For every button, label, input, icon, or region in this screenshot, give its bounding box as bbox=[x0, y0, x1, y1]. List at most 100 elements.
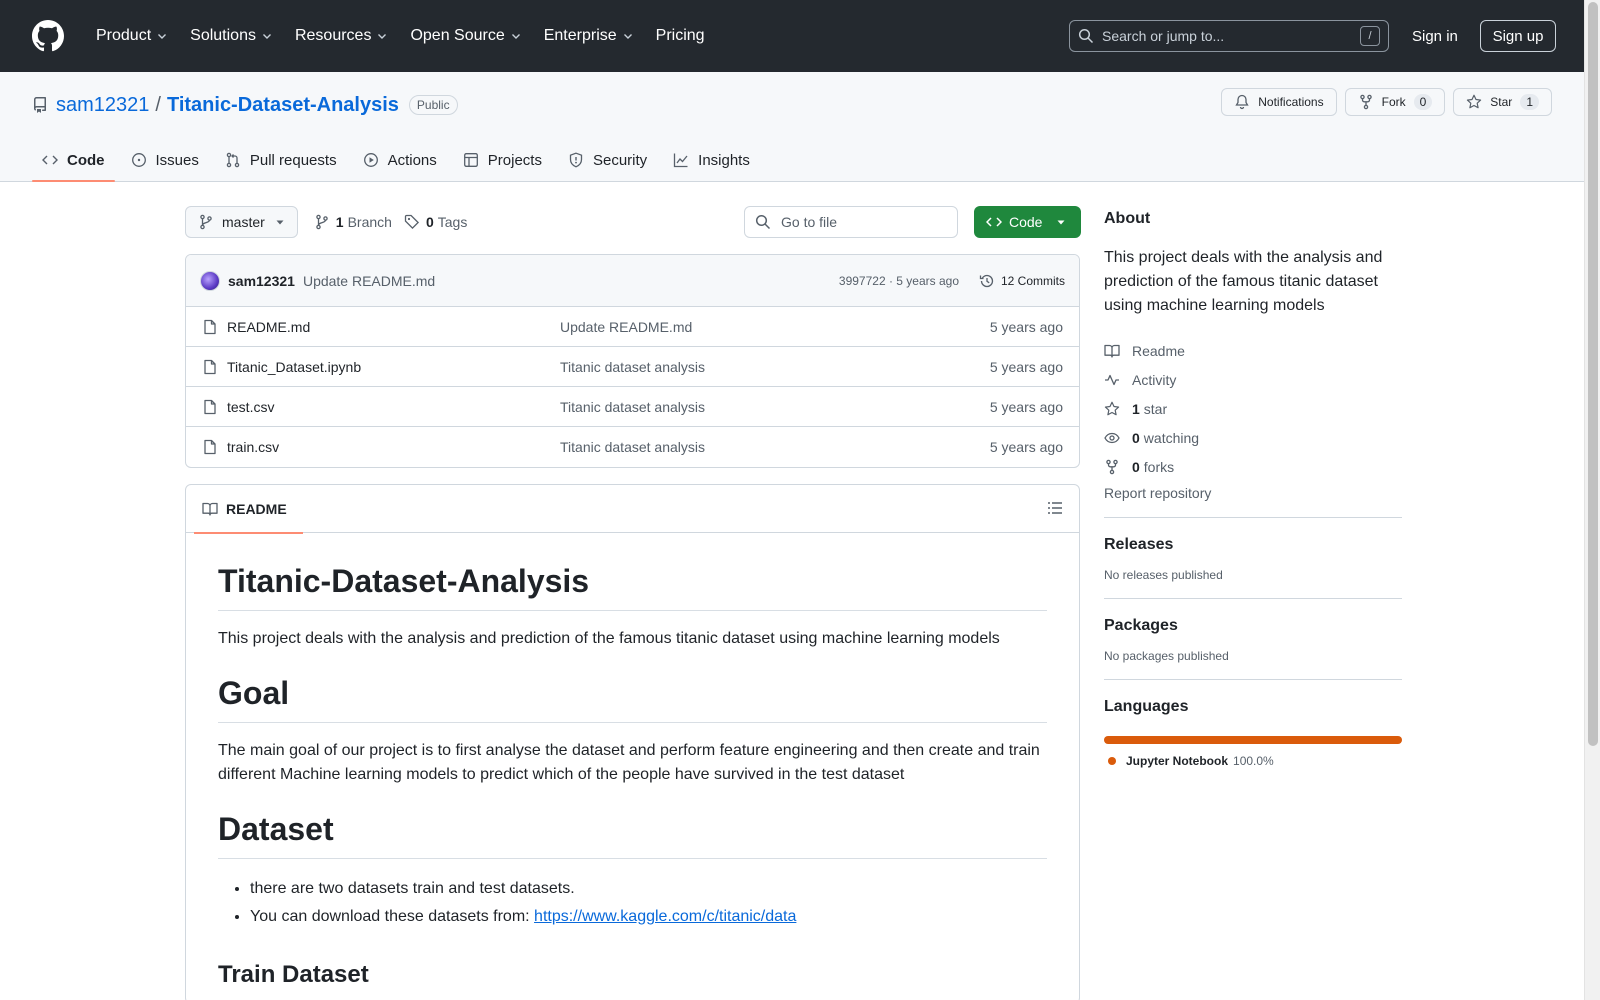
file-commit-message[interactable]: Titanic dataset analysis bbox=[560, 359, 705, 375]
nav-solutions[interactable]: Solutions bbox=[182, 20, 281, 52]
readme-header: README bbox=[186, 485, 1079, 534]
pull-request-icon bbox=[226, 152, 240, 168]
watching-count: 0 bbox=[1132, 429, 1140, 446]
fork-button[interactable]: Fork 0 bbox=[1344, 88, 1446, 116]
forks-link[interactable]: 0 forks bbox=[1104, 452, 1402, 481]
search-input[interactable]: Search or jump to... / bbox=[1069, 20, 1389, 52]
commits-link[interactable]: 12 Commits bbox=[979, 273, 1065, 289]
list-item: there are two datasets train and test da… bbox=[250, 875, 1047, 903]
tab-insights[interactable]: Insights bbox=[663, 138, 760, 182]
github-logo-icon[interactable] bbox=[32, 20, 64, 52]
nav-label: Solutions bbox=[190, 27, 256, 44]
fork-icon bbox=[1106, 459, 1118, 474]
file-icon bbox=[204, 399, 216, 414]
language-bar bbox=[1104, 736, 1402, 744]
tab-security[interactable]: Security bbox=[558, 138, 657, 182]
tab-code[interactable]: Code bbox=[32, 138, 115, 182]
visibility-badge: Public bbox=[408, 95, 458, 115]
go-to-file-input[interactable]: Go to file bbox=[744, 206, 958, 238]
branches-link[interactable]: 1 Branch bbox=[314, 214, 392, 230]
sign-up-button[interactable]: Sign up bbox=[1480, 20, 1556, 52]
releases-heading[interactable]: Releases bbox=[1104, 536, 1402, 554]
branch-count: 1 bbox=[335, 214, 344, 230]
table-icon bbox=[463, 153, 478, 167]
forks-label: forks bbox=[1143, 458, 1175, 475]
code-button[interactable]: Code bbox=[974, 206, 1081, 238]
nav-resources[interactable]: Resources bbox=[287, 20, 396, 52]
file-name[interactable]: test.csv bbox=[227, 399, 274, 415]
activity-link[interactable]: Activity bbox=[1104, 365, 1402, 394]
tab-pull-requests[interactable]: Pull requests bbox=[215, 138, 347, 182]
nav-open-source[interactable]: Open Source bbox=[402, 20, 529, 52]
star-label: Star bbox=[1490, 95, 1513, 109]
search-placeholder: Search or jump to... bbox=[1102, 28, 1225, 44]
watching-link[interactable]: 0 watching bbox=[1104, 423, 1402, 452]
tab-actions[interactable]: Actions bbox=[353, 138, 447, 182]
fork-icon bbox=[1359, 94, 1372, 110]
repo-owner-link[interactable]: sam12321 bbox=[56, 94, 149, 117]
notifications-button[interactable]: Notifications bbox=[1221, 88, 1337, 116]
avatar[interactable] bbox=[200, 270, 220, 291]
file-name[interactable]: README.md bbox=[227, 319, 310, 335]
tag-label: Tags bbox=[437, 214, 468, 230]
fork-label: Fork bbox=[1381, 95, 1406, 109]
page-scrollbar[interactable] bbox=[1584, 0, 1600, 1000]
file-row[interactable]: Titanic_Dataset.ipynb Titanic dataset an… bbox=[186, 347, 1079, 387]
sign-in-link[interactable]: Sign in bbox=[1404, 20, 1466, 52]
repo-name-link[interactable]: Titanic-Dataset-Analysis bbox=[167, 94, 399, 117]
commit-hash-time[interactable]: 3997722 · 5 years ago bbox=[839, 274, 959, 288]
file-name[interactable]: Titanic_Dataset.ipynb bbox=[227, 359, 361, 375]
dataset-list: there are two datasets train and test da… bbox=[218, 875, 1047, 931]
code-icon bbox=[42, 155, 58, 165]
tab-label: Issues bbox=[155, 151, 199, 169]
file-row[interactable]: README.md Update README.md 5 years ago bbox=[186, 307, 1079, 347]
stars-link[interactable]: 1 star bbox=[1104, 394, 1402, 423]
file-commit-message[interactable]: Update README.md bbox=[560, 319, 692, 335]
chevron-down-icon bbox=[262, 34, 271, 39]
commit-author[interactable]: sam12321 bbox=[228, 273, 295, 289]
tab-label: Actions bbox=[387, 151, 437, 169]
tags-link[interactable]: 0 Tags bbox=[404, 214, 467, 230]
star-button[interactable]: Star 1 bbox=[1453, 88, 1552, 116]
goal-heading: Goal bbox=[218, 675, 1047, 723]
file-name[interactable]: train.csv bbox=[227, 439, 279, 455]
code-button-label: Code bbox=[1009, 214, 1043, 230]
languages-heading: Languages bbox=[1104, 698, 1189, 715]
readme-link[interactable]: Readme bbox=[1104, 336, 1402, 365]
star-icon bbox=[1467, 94, 1482, 109]
readme-tab-label: README bbox=[226, 500, 287, 517]
scrollbar-thumb[interactable] bbox=[1588, 2, 1598, 746]
search-icon bbox=[755, 214, 771, 230]
tag-count: 0 bbox=[425, 214, 434, 230]
readme-tab[interactable]: README bbox=[194, 485, 303, 534]
language-item[interactable]: Jupyter Notebook 100.0% bbox=[1104, 754, 1402, 768]
branch-selector[interactable]: master bbox=[185, 206, 298, 238]
file-row[interactable]: test.csv Titanic dataset analysis 5 year… bbox=[186, 387, 1079, 427]
packages-heading[interactable]: Packages bbox=[1104, 617, 1402, 635]
tab-issues[interactable]: Issues bbox=[121, 138, 209, 182]
nav-pricing[interactable]: Pricing bbox=[648, 20, 713, 52]
readme-body: Titanic-Dataset-Analysis This project de… bbox=[186, 563, 1079, 989]
kaggle-link[interactable]: https://www.kaggle.com/c/titanic/data bbox=[534, 908, 796, 925]
stars-count: 1 bbox=[1132, 400, 1140, 417]
outline-list-icon[interactable] bbox=[1047, 500, 1063, 516]
play-icon bbox=[363, 153, 378, 167]
nav-product[interactable]: Product bbox=[88, 20, 176, 52]
nav-enterprise[interactable]: Enterprise bbox=[536, 20, 642, 52]
file-browser: sam12321 Update README.md 3997722 · 5 ye… bbox=[185, 254, 1080, 468]
readme-title: Titanic-Dataset-Analysis bbox=[218, 563, 1047, 611]
tab-projects[interactable]: Projects bbox=[453, 138, 552, 182]
report-repository-link[interactable]: Report repository bbox=[1104, 485, 1402, 501]
chevron-down-icon bbox=[158, 34, 167, 39]
language-name: Jupyter Notebook bbox=[1126, 754, 1229, 768]
repo-tabs: Code Issues Pull requests Actions Projec… bbox=[32, 138, 766, 182]
commit-message[interactable]: Update README.md bbox=[303, 273, 435, 289]
forks-count: 0 bbox=[1132, 458, 1140, 475]
code-icon bbox=[986, 217, 1002, 227]
file-commit-message[interactable]: Titanic dataset analysis bbox=[560, 439, 705, 455]
file-icon bbox=[204, 359, 216, 374]
file-row[interactable]: train.csv Titanic dataset analysis 5 yea… bbox=[186, 427, 1079, 467]
readme-panel: README Titanic-Dataset-Analysis This pro… bbox=[185, 484, 1080, 1000]
file-commit-message[interactable]: Titanic dataset analysis bbox=[560, 399, 705, 415]
shield-icon bbox=[569, 152, 583, 168]
